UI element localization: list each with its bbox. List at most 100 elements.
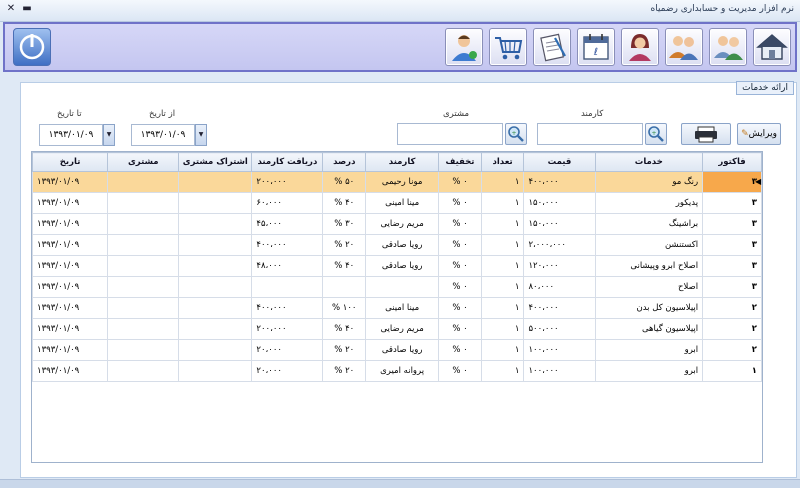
column-header[interactable]: دریافت کارمند <box>251 152 324 172</box>
calendar-button[interactable]: ℓ <box>577 28 615 66</box>
column-header[interactable]: فاکتور <box>702 152 762 172</box>
table-cell: ۱ <box>480 255 525 277</box>
table-cell: ۱ <box>480 318 525 340</box>
table-cell: ۲۰ % <box>322 360 367 382</box>
table-cell: رویا صادقی <box>365 234 440 256</box>
table-cell: ۱۳۹۳/۰۱/۰۹ <box>31 318 109 340</box>
column-header[interactable]: درصد <box>322 152 367 172</box>
employee-search-button[interactable]: + <box>645 123 667 145</box>
employee-input[interactable] <box>537 123 643 145</box>
employee-label: کارمند <box>581 109 604 119</box>
from-date-label: از تاریخ <box>149 109 176 119</box>
table-row[interactable]: ۳ اصلاح ابرو وپیشانی ۱۲۰،۰۰۰ ۱ ۰ % رویا صادقی… <box>31 255 762 277</box>
table-cell: ۴۵،۰۰۰ <box>251 213 324 235</box>
table-cell: ۱۲۰،۰۰۰ <box>523 255 596 277</box>
table-cell <box>107 192 180 214</box>
table-cell: ۱ <box>480 192 525 214</box>
table-cell: ۱۳۹۳/۰۱/۰۹ <box>31 276 109 298</box>
table-cell: مریم رضایی <box>365 318 440 340</box>
table-cell <box>178 276 253 298</box>
table-cell: ۳ <box>702 276 762 298</box>
table-cell <box>365 276 440 298</box>
from-date-field[interactable]: ۱۳۹۳/۰۱/۰۹ <box>131 124 195 146</box>
to-date-dropdown[interactable]: ▼ <box>103 124 115 146</box>
table-cell: ۱۰۰،۰۰۰ <box>523 339 596 361</box>
table-cell: ۴۰ % <box>322 255 367 277</box>
table-row[interactable]: ۳ پدیکور ۱۵۰،۰۰۰ ۱ ۰ % مینا امینی ۴۰ % ۶۰،۰۰۰ ۱۳… <box>31 192 762 214</box>
table-cell: ۵۰ % <box>322 171 367 193</box>
status-bar <box>0 479 800 488</box>
table-cell: ۱ <box>480 297 525 319</box>
table-row[interactable]: ۳ اکستنشن ۲،۰۰۰،۰۰۰ ۱ ۰ % رویا صادقی ۲۰ % ۴۰۰،۰… <box>31 234 762 256</box>
column-header[interactable]: اشتراک مشتری <box>178 152 253 172</box>
table-cell: ۱۰۰،۰۰۰ <box>523 360 596 382</box>
users-button[interactable] <box>709 28 747 66</box>
services-panel: ارائه خدمات تا تاریخ ۱۳۹۳/۰۱/۰۹ ▼ از تار… <box>20 81 797 478</box>
column-header[interactable]: تاریخ <box>31 152 109 172</box>
minimize-button[interactable]: ▬ <box>20 2 34 16</box>
cart-button[interactable] <box>489 28 527 66</box>
table-cell: ۲۰۰،۰۰۰ <box>251 171 324 193</box>
table-cell: رنگ مو <box>594 171 704 193</box>
table-cell <box>178 318 253 340</box>
edit-button[interactable]: ویرایش✎ <box>737 123 781 145</box>
table-cell: براشینگ <box>594 213 704 235</box>
table-row[interactable]: ۳ رنگ مو ۴۰۰،۰۰۰ ۱ ۰ % مونا رحیمی ۵۰ % ۲۰۰،۰۰۰ ۱… <box>31 171 762 193</box>
table-cell: ۵۰۰،۰۰۰ <box>523 318 596 340</box>
table-cell: اکستنشن <box>594 234 704 256</box>
column-header[interactable]: مشتری <box>107 152 180 172</box>
table-cell: اپیلاسیون گیاهی <box>594 318 704 340</box>
table-cell <box>107 213 180 235</box>
table-row[interactable]: ۳ اصلاح ۸۰،۰۰۰ ۱ ۰ % ۱۳۹۳/۰۱/۰۹ <box>31 276 762 298</box>
close-button[interactable]: ✕ <box>4 2 18 16</box>
table-cell: ۲۰۰،۰۰۰ <box>251 318 324 340</box>
table-row[interactable]: ۳ براشینگ ۱۵۰،۰۰۰ ۱ ۰ % مریم رضایی ۳۰ % ۴۵،۰۰۰ ۱… <box>31 213 762 235</box>
table-cell: ۴۰۰،۰۰۰ <box>251 234 324 256</box>
table-cell: ابرو <box>594 339 704 361</box>
table-cell: ۳ <box>702 213 762 235</box>
column-header[interactable]: خدمات <box>594 152 704 172</box>
customer-input[interactable] <box>397 123 503 145</box>
from-date-dropdown[interactable]: ▼ <box>195 124 207 146</box>
customer-search-button[interactable]: + <box>505 123 527 145</box>
employee-button[interactable] <box>445 28 483 66</box>
notes-icon <box>540 33 566 62</box>
customers-button[interactable] <box>665 28 703 66</box>
column-header[interactable]: تعداد <box>480 152 525 172</box>
printer-icon <box>695 126 717 143</box>
power-button[interactable] <box>13 28 51 66</box>
home-button[interactable] <box>753 28 791 66</box>
panel-title: ارائه خدمات <box>736 81 794 95</box>
to-date-field[interactable]: ۱۳۹۳/۰۱/۰۹ <box>39 124 103 146</box>
services-table: فاکتور خدمات قیمت تعداد تخفیف کارمند درصد دریاف… <box>31 152 762 382</box>
table-cell: ۱ <box>480 339 525 361</box>
table-row[interactable]: ۲ اپیلاسیون گیاهی ۵۰۰،۰۰۰ ۱ ۰ % مریم رضایی ۴۰ … <box>31 318 762 340</box>
table-cell: ۰ % <box>438 255 482 277</box>
table-cell <box>251 276 324 298</box>
calendar-icon: ℓ <box>583 34 609 60</box>
table-cell: ۱۵۰،۰۰۰ <box>523 192 596 214</box>
table-cell: ۱۳۹۳/۰۱/۰۹ <box>31 339 109 361</box>
table-cell <box>178 192 253 214</box>
table-cell: مونا رحیمی <box>365 171 440 193</box>
column-header[interactable]: تخفیف <box>438 152 482 172</box>
female-staff-button[interactable] <box>621 28 659 66</box>
table-cell: ۳ <box>702 192 762 214</box>
column-header[interactable]: قیمت <box>523 152 596 172</box>
table-cell: اصلاح <box>594 276 704 298</box>
users-icon <box>714 36 743 60</box>
column-header[interactable]: کارمند <box>365 152 440 172</box>
table-cell: ۳۰ % <box>322 213 367 235</box>
table-cell: ۰ % <box>438 339 482 361</box>
table-cell: ۱۰۰ % <box>322 297 367 319</box>
table-cell <box>178 234 253 256</box>
notes-button[interactable] <box>533 28 571 66</box>
table-cell: ۰ % <box>438 213 482 235</box>
table-row[interactable]: ۲ ابرو ۱۰۰،۰۰۰ ۱ ۰ % رویا صادقی ۲۰ % ۲۰،۰۰۰ ۱۳۹۳… <box>31 339 762 361</box>
table-cell: ۱۳۹۳/۰۱/۰۹ <box>31 297 109 319</box>
table-row[interactable]: ۲ اپیلاسیون کل بدن ۴۰۰،۰۰۰ ۱ ۰ % مینا امینی ۱۰… <box>31 297 762 319</box>
print-button[interactable] <box>681 123 731 145</box>
table-cell: ۲ <box>702 339 762 361</box>
table-row[interactable]: ۱ ابرو ۱۰۰،۰۰۰ ۱ ۰ % پروانه امیری ۲۰ % ۲۰،۰۰۰ ۱۳… <box>31 360 762 382</box>
services-grid[interactable]: فاکتور خدمات قیمت تعداد تخفیف کارمند درصد دریاف… <box>31 151 763 463</box>
